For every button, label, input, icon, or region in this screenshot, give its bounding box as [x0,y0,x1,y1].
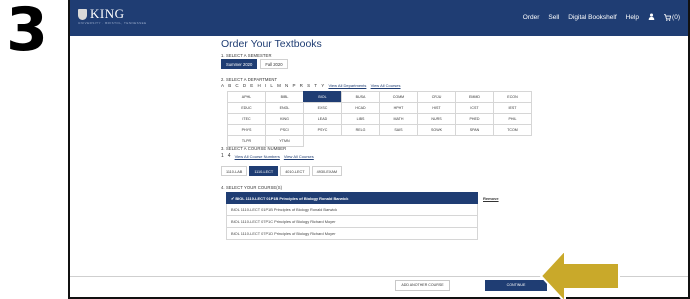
step2-label: 2. SELECT A DEPARTMENT [221,77,278,82]
step-number: 3 [6,0,48,65]
step3-label: 3. SELECT A COURSE NUMBER [221,146,287,151]
arrow-callout-icon [540,250,620,299]
letter-s[interactable]: S [307,83,310,88]
shield-logo-icon [78,8,87,20]
course-section-list: ✔ BIOL 1110-LECT 01P1B Principles of Bio… [226,192,478,240]
course-section[interactable]: BIOL 1110-LECT 01P1B Principles of Biolo… [226,204,478,216]
course-4010-lect[interactable]: 4010-LECT [280,166,310,176]
letter-d[interactable]: D [243,83,246,88]
course-number-filter-4[interactable]: 4 [228,153,231,159]
nav-digital-bookshelf[interactable]: Digital Bookshelf [568,14,616,21]
semester-fall-2020[interactable]: Fall 2020 [260,59,288,69]
letter-b[interactable]: B [228,83,231,88]
letter-m[interactable]: M [277,83,281,88]
letter-i[interactable]: I [265,83,266,88]
course-number-filter: 1 4 View All Course Numbers View All Cou… [221,153,314,159]
course-4930-exam[interactable]: 4930-EXAM [311,166,343,176]
letter-r[interactable]: R [300,83,303,88]
letter-n[interactable]: N [285,83,288,88]
dept-cell[interactable]: PSYC [303,124,342,136]
section-label: BIOL 1110-LECT 01P1B Principles of Biolo… [235,196,349,201]
dept-cell[interactable]: SPAN [455,124,494,136]
letter-e[interactable]: E [250,83,253,88]
letter-a[interactable]: A [221,83,224,88]
course-section-selected[interactable]: ✔ BIOL 1110-LECT 01P1B Principles of Bio… [226,192,478,204]
letter-t[interactable]: T [314,83,317,88]
letter-l[interactable]: L [270,83,273,88]
letter-c[interactable]: C [235,83,238,88]
user-icon[interactable] [648,13,655,22]
letter-p[interactable]: P [292,83,295,88]
letter-y[interactable]: Y [321,83,324,88]
continue-button[interactable]: CONTINUE [485,280,547,291]
remove-link[interactable]: Remove [483,196,499,201]
nav-help[interactable]: Help [626,14,639,21]
step1-label: 1. SELECT A SEMESTER [221,53,272,58]
checkmark-icon: ✔ [231,196,235,201]
view-all-course-numbers-link[interactable]: View All Course Numbers [235,154,280,159]
view-all-courses-link-2[interactable]: View All Courses [284,154,314,159]
page-title: Order Your Textbooks [221,38,322,50]
cart-button[interactable]: (0) [664,14,680,21]
king-logo[interactable]: KING [78,6,125,22]
logo-text: KING [90,6,125,21]
logo-subtext: UNIVERSITY · BRISTOL, TENNESSEE [78,21,147,25]
semester-summer-2020[interactable]: Summer 2020 [221,59,258,69]
view-all-courses-link[interactable]: View All Courses [371,83,401,88]
semester-selector: Summer 2020 Fall 2020 [221,59,288,69]
course-number-filter-1[interactable]: 1 [221,153,224,159]
department-letter-filter: A B C D E H I L M N P R S T Y View All D… [221,83,401,88]
dept-cell[interactable]: SOWK [417,124,456,136]
course-number-selector: 1110-LAB 1110-LECT 4010-LECT 4930-EXAM [221,166,343,176]
letter-h[interactable]: H [257,83,260,88]
cart-icon [664,14,672,21]
nav-sell[interactable]: Sell [548,14,559,21]
dept-cell[interactable]: RELG [341,124,380,136]
cart-count: (0) [672,14,680,21]
course-section[interactable]: BIOL 1110-LECT 07P1C Principles of Biolo… [226,216,478,228]
course-1110-lect[interactable]: 1110-LECT [249,166,279,176]
course-1110-lab[interactable]: 1110-LAB [221,166,248,176]
step4-label: 4. SELECT YOUR COURSE(S) [221,185,283,190]
course-section[interactable]: BIOL 1110-LECT 07P1D Principles of Biolo… [226,228,478,240]
dept-cell[interactable]: SAIS [379,124,418,136]
nav-order[interactable]: Order [523,14,540,21]
top-navigation: KING UNIVERSITY · BRISTOL, TENNESSEE Ord… [70,0,688,36]
view-all-departments-link[interactable]: View All Departments [328,83,366,88]
add-another-course-button[interactable]: ADD ANOTHER COURSE [395,280,450,291]
dept-cell[interactable]: TCOM [493,124,532,136]
department-grid: APHL BIBL BIOL BUSA COMM CRJU EMMD ECON … [227,91,532,147]
